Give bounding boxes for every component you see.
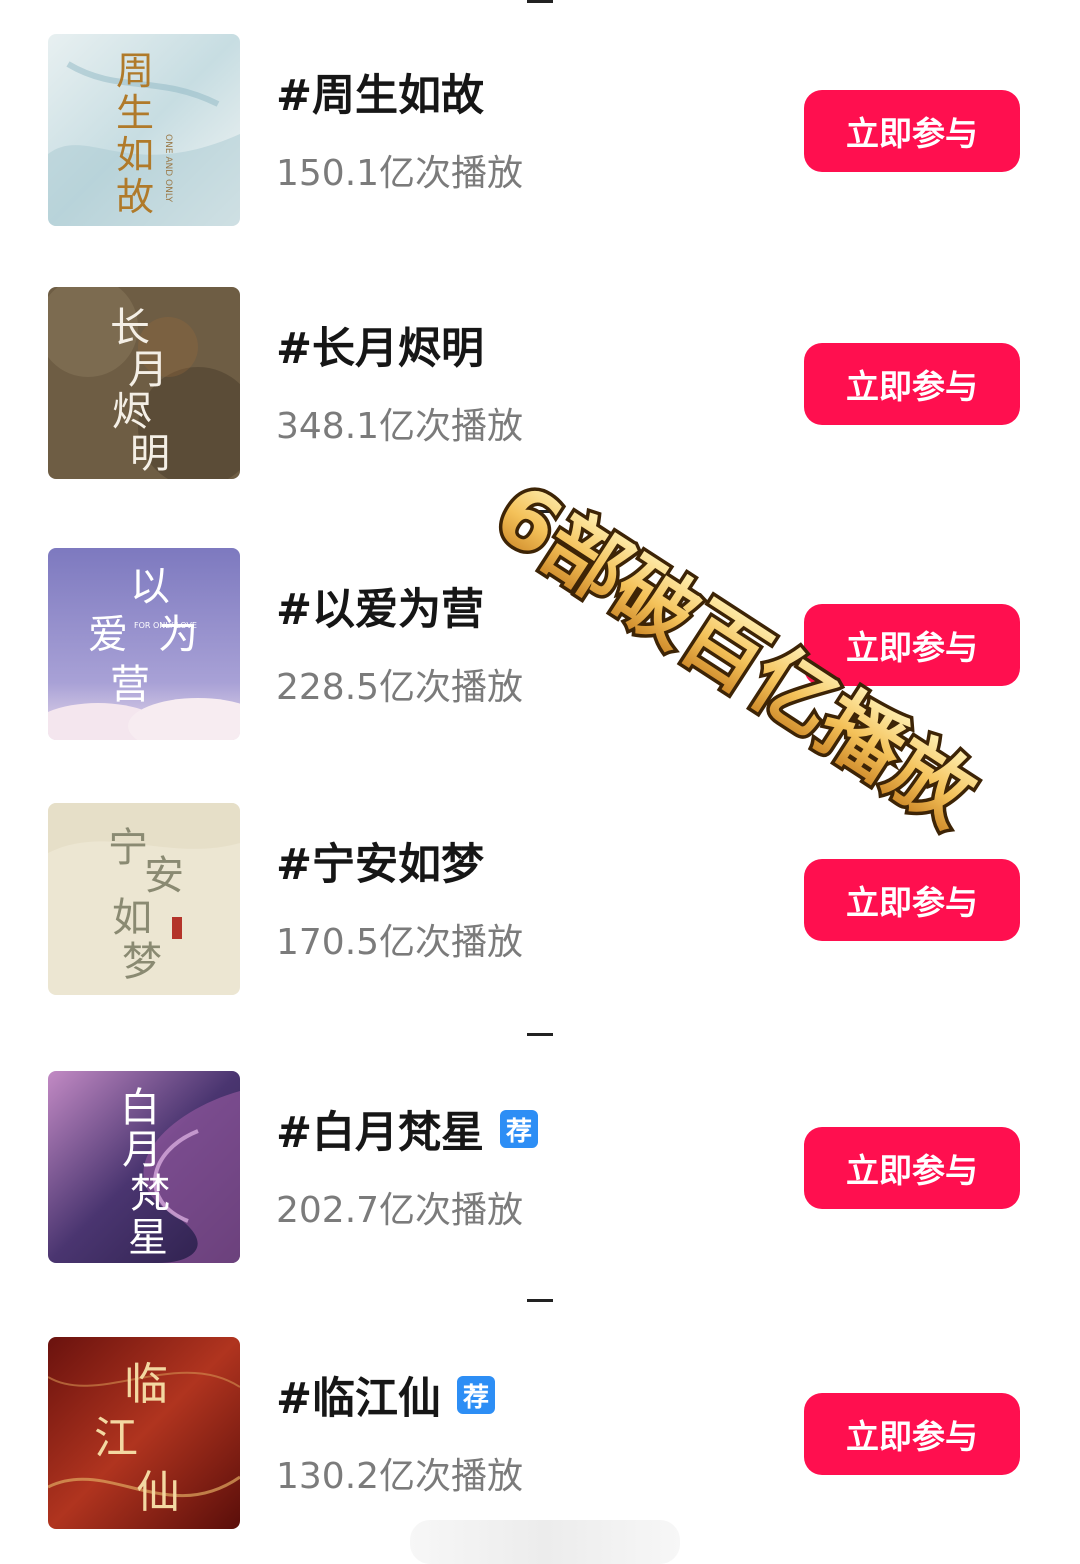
- cover-calligraphy: 以: [130, 564, 170, 610]
- bottom-indicator: [410, 1520, 680, 1564]
- svg-text:星: 星: [128, 1215, 168, 1261]
- cover-calligraphy: 白: [120, 1085, 160, 1131]
- cover-image[interactable]: 白 月 梵 星: [48, 1071, 240, 1263]
- divider-mark: [527, 0, 553, 3]
- cover-caption: ONE AND ONLY: [163, 134, 173, 203]
- topic-row[interactable]: 白 月 梵 星 #白月梵星 荐 202.7亿次播放 立即参与: [0, 1071, 1080, 1263]
- svg-text:营: 营: [110, 662, 150, 708]
- svg-text:安: 安: [144, 853, 184, 899]
- svg-text:明: 明: [130, 431, 170, 477]
- svg-text:月: 月: [128, 347, 168, 393]
- divider-mark: [527, 510, 553, 513]
- join-button[interactable]: 立即参与: [804, 90, 1020, 172]
- cover-calligraphy: 长: [110, 305, 150, 351]
- svg-text:爱: 爱: [88, 612, 128, 658]
- topic-title[interactable]: #以爱为营: [276, 576, 484, 636]
- join-button[interactable]: 立即参与: [804, 859, 1020, 941]
- divider-mark: [527, 1299, 553, 1302]
- svg-text:如: 如: [116, 133, 154, 177]
- topic-row[interactable]: 以 爱 为 营 FOR ONLY LOVE #以爱为营 228.5亿次播放 立即…: [0, 548, 1080, 740]
- svg-text:烬: 烬: [112, 389, 152, 435]
- svg-text:梦: 梦: [122, 939, 162, 985]
- svg-text:梵: 梵: [130, 1171, 170, 1217]
- play-count: 202.7亿次播放: [276, 1190, 524, 1231]
- play-count: 228.5亿次播放: [276, 667, 524, 708]
- cover-image[interactable]: 临 江 仙: [48, 1337, 240, 1529]
- svg-text:仙: 仙: [136, 1467, 180, 1518]
- topic-row[interactable]: 宁 安 如 梦 #宁安如梦 170.5亿次播放 立即参与: [0, 803, 1080, 995]
- svg-text:江: 江: [94, 1413, 138, 1464]
- topic-row[interactable]: 长 月 烬 明 #长月烬明 348.1亿次播放 立即参与: [0, 287, 1080, 479]
- join-button[interactable]: 立即参与: [804, 1127, 1020, 1209]
- join-button[interactable]: 立即参与: [804, 1393, 1020, 1475]
- svg-text:为: 为: [158, 612, 198, 658]
- topic-title[interactable]: #临江仙 荐: [276, 1365, 496, 1425]
- topic-title[interactable]: #周生如故: [276, 62, 484, 122]
- cover-image[interactable]: 宁 安 如 梦: [48, 803, 240, 995]
- svg-text:月: 月: [122, 1127, 162, 1173]
- cover-caption: FOR ONLY LOVE: [134, 621, 197, 630]
- join-button[interactable]: 立即参与: [804, 343, 1020, 425]
- divider-mark: [527, 1033, 553, 1036]
- cover-image[interactable]: 长 月 烬 明: [48, 287, 240, 479]
- cover-image[interactable]: 以 爱 为 营 FOR ONLY LOVE: [48, 548, 240, 740]
- svg-text:生: 生: [116, 91, 154, 135]
- play-count: 170.5亿次播放: [276, 922, 524, 963]
- topic-row[interactable]: 临 江 仙 #临江仙 荐 130.2亿次播放 立即参与: [0, 1337, 1080, 1529]
- cover-calligraphy: 宁: [108, 825, 148, 871]
- cover-image[interactable]: 周 生 如 故 ONE AND ONLY: [48, 34, 240, 226]
- recommended-badge: 荐: [500, 1110, 539, 1148]
- svg-text:故: 故: [116, 175, 154, 219]
- topic-title[interactable]: #长月烬明: [276, 315, 484, 375]
- topic-title[interactable]: #白月梵星 荐: [276, 1099, 539, 1159]
- play-count: 348.1亿次播放: [276, 406, 524, 447]
- join-button[interactable]: 立即参与: [804, 604, 1020, 686]
- topic-row[interactable]: 周 生 如 故 ONE AND ONLY #周生如故 150.1亿次播放 立即参…: [0, 34, 1080, 226]
- recommended-badge: 荐: [457, 1376, 496, 1414]
- cover-calligraphy: 周: [116, 49, 154, 93]
- topic-title[interactable]: #宁安如梦: [276, 831, 484, 891]
- svg-text:如: 如: [112, 895, 152, 941]
- play-count: 130.2亿次播放: [276, 1456, 524, 1497]
- cover-calligraphy: 临: [124, 1359, 168, 1410]
- play-count: 150.1亿次播放: [276, 153, 524, 194]
